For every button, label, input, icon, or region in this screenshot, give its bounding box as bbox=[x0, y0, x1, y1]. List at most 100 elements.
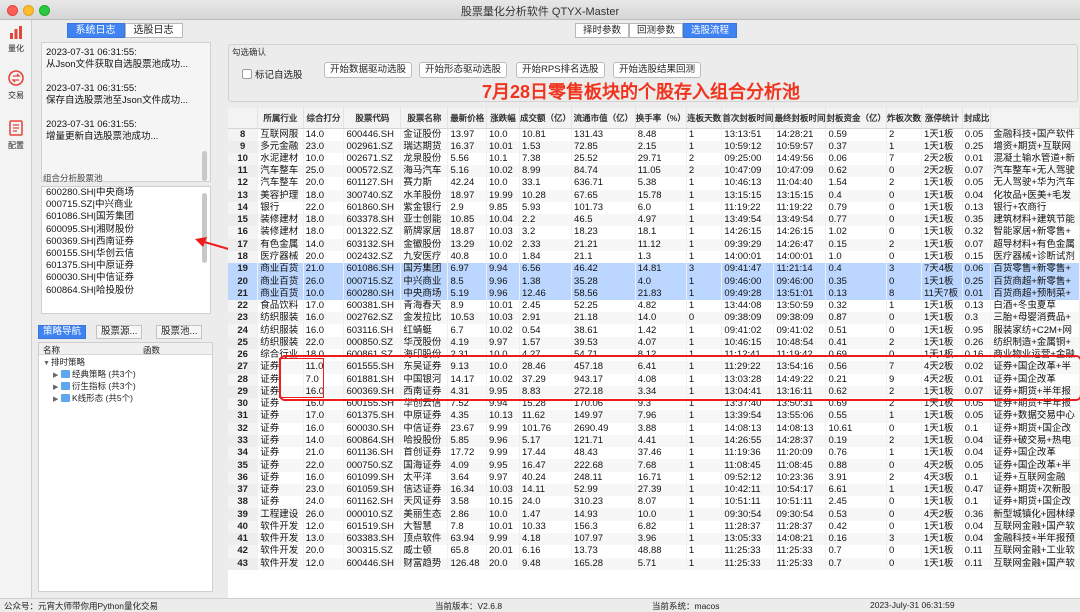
table-row[interactable]: 17 有色金属 14.0 603132.SH 金徽股份 13.29 10.02 2.33 21.… bbox=[228, 238, 1080, 251]
table-cell: 13:16:11 bbox=[773, 385, 827, 399]
pool-item[interactable]: 600095.SH|湘财股份 bbox=[42, 224, 210, 236]
table-row[interactable]: 32 证券 16.0 600030.SH 中信证券 23.67 9.99 101.76 2690… bbox=[228, 422, 1080, 435]
system-log-panel[interactable]: 2023-07-31 06:31:55: 从Json文件获取自选股票池成功...… bbox=[41, 42, 211, 182]
column-header[interactable]: 最新价格 bbox=[447, 108, 487, 129]
column-header[interactable]: 封板资金（亿） bbox=[825, 108, 887, 129]
tree-node[interactable]: ▶ 经典策略 (共3个) bbox=[53, 369, 136, 380]
pattern-driven-select-button[interactable]: 开始形态驱动选股 bbox=[419, 62, 508, 78]
expand-right-icon[interactable]: ▶ bbox=[53, 394, 61, 405]
log-scrollbar[interactable] bbox=[202, 151, 207, 181]
table-row[interactable]: 34 证券 21.0 601136.SH 首创证券 17.72 9.99 17.44 48.43… bbox=[228, 447, 1080, 460]
table-row[interactable]: 37 证券 23.0 601059.SH 信达证券 16.34 10.03 14.11 52.9… bbox=[228, 483, 1080, 497]
mark-favorite-checkbox[interactable]: 标记自选股 bbox=[242, 67, 303, 81]
table-row[interactable]: 24 纺织服装 16.0 603116.SH 红蜻蜓 6.7 10.02 0.54 38.61 1… bbox=[228, 324, 1080, 337]
tab-system-log[interactable]: 系统日志 bbox=[66, 23, 125, 38]
tab-stock-source[interactable]: 股票源... bbox=[96, 325, 143, 339]
table-row[interactable]: 8 互联网服 14.0 600446.SH 金证股份 13.97 10.0 10.81 131.… bbox=[228, 128, 1080, 141]
table-row[interactable]: 38 证券 24.0 601162.SH 天风证券 3.58 10.15 24.0 310.23… bbox=[228, 496, 1080, 509]
table-row[interactable]: 31 证券 17.0 601375.SH 中原证券 4.35 10.13 11.62 149.9… bbox=[228, 410, 1080, 423]
table-cell: 13:51:01 bbox=[773, 287, 827, 300]
table-row[interactable]: 11 汽车整车 25.0 000572.SZ 海马汽车 5.16 10.02 8.99 84.7… bbox=[228, 165, 1080, 178]
table-row[interactable]: 13 美容护理 18.0 300740.SZ 水羊股份 18.97 19.99 10.28 67… bbox=[228, 189, 1080, 202]
pool-item[interactable]: 600155.SH|华创云信 bbox=[42, 248, 210, 260]
column-header[interactable]: 炸板次数 bbox=[886, 108, 922, 129]
table-cell: 9.99 bbox=[486, 533, 521, 546]
table-cell: 1.42 bbox=[635, 324, 687, 337]
table-row[interactable]: 26 综合行业 18.0 600861.SZ 海印股份 2.31 10.0 4.27 54.71… bbox=[228, 349, 1080, 362]
column-header[interactable]: 股票代码 bbox=[343, 108, 402, 129]
column-header[interactable]: 首次封板时间 bbox=[721, 108, 775, 129]
table-row[interactable]: 12 汽车整车 20.0 601127.SH 赛力斯 42.24 10.0 33.1 636.7… bbox=[228, 177, 1080, 190]
table-row[interactable]: 20 商业百货 26.0 000715.SZ 中兴商业 8.5 9.96 1.38 35.28 4… bbox=[228, 275, 1080, 288]
table-row[interactable]: 14 银行 22.0 601860.SH 紫金银行 2.9 9.85 5.93 101.73 6.… bbox=[228, 201, 1080, 215]
table-cell: 多元金融 bbox=[257, 140, 304, 153]
column-header[interactable]: 股票名称 bbox=[400, 108, 449, 129]
table-row[interactable]: 42 软件开发 20.0 300315.SZ 威士顿 65.8 20.01 6.16 13.73… bbox=[228, 545, 1080, 558]
quant-nav-button[interactable]: 量化 bbox=[0, 26, 32, 54]
results-table-container[interactable]: 所属行业 综合打分 股票代码 股票名称 最新价格 涨跌幅 成交额（亿） 流通市值（亿） 换手率（… bbox=[228, 108, 1080, 598]
table-cell: 4.18 bbox=[519, 533, 573, 546]
expand-right-icon[interactable]: ▶ bbox=[53, 382, 61, 393]
tab-selection-log[interactable]: 选股日志 bbox=[124, 23, 183, 38]
table-row[interactable]: 25 纺织服装 22.0 000850.SZ 华茂股份 4.19 9.97 1.57 39.53… bbox=[228, 336, 1080, 350]
column-header[interactable] bbox=[228, 108, 259, 129]
rps-rank-select-button[interactable]: 开始RPS排名选股 bbox=[516, 62, 605, 78]
table-row[interactable]: 9 多元金融 23.0 002961.SZ 瑞达期货 16.37 10.01 1.53 72.8… bbox=[228, 140, 1080, 153]
table-row[interactable]: 36 证券 16.0 601099.SH 太平洋 3.64 9.97 40.24 248.11 1… bbox=[228, 471, 1080, 484]
pool-item[interactable]: 600280.SH|中央商场 bbox=[42, 187, 210, 199]
pool-item[interactable]: 600864.SH|哈投股份 bbox=[42, 285, 210, 297]
tab-backtest-params[interactable]: 回测参数 bbox=[629, 23, 684, 38]
table-row[interactable]: 15 装修建材 18.0 603378.SH 亚士创能 10.85 10.04 2.2 46.5… bbox=[228, 214, 1080, 227]
pool-item[interactable]: 600030.SH|中信证券 bbox=[42, 272, 210, 284]
column-header[interactable]: 成交额（亿） bbox=[519, 108, 573, 129]
table-row[interactable]: 27 证券 11.0 601555.SH 东吴证券 9.13 10.0 28.46 457.18… bbox=[228, 361, 1080, 374]
column-header[interactable]: 换手率（%） bbox=[635, 108, 687, 129]
table-row[interactable]: 41 软件开发 13.0 603383.SH 顶点软件 63.94 9.99 4.18 107.… bbox=[228, 533, 1080, 546]
table-row[interactable]: 40 软件开发 12.0 601519.SH 大智慧 7.8 10.01 10.33 156.3… bbox=[228, 520, 1080, 533]
column-header[interactable]: 连板天数 bbox=[686, 108, 723, 129]
tree-node[interactable]: ▶ K线形态 (共5个) bbox=[53, 393, 133, 404]
backtest-result-button[interactable]: 开始选股结果回测 bbox=[613, 62, 702, 78]
column-header[interactable]: 涨跌幅 bbox=[486, 108, 521, 129]
table-row[interactable]: 19 商业百货 21.0 601086.SH 国芳集团 6.97 9.94 6.56 46.42… bbox=[228, 263, 1080, 276]
table-row[interactable]: 21 商业百货 10.0 600280.SH 中央商场 5.19 9.96 12.46 58.5… bbox=[228, 287, 1080, 300]
table-row[interactable]: 43 软件开发 12.0 600446.SH 财富趋势 126.48 20.0 9.48 165… bbox=[228, 557, 1080, 570]
table-row[interactable]: 16 装修建材 18.0 001322.SZ 箭牌家居 18.87 10.03 3.2 18.2… bbox=[228, 226, 1080, 239]
table-row[interactable]: 29 证券 16.0 600369.SH 西南证券 4.31 9.95 8.83 272.18 3… bbox=[228, 385, 1080, 399]
trade-nav-button[interactable]: 交易 bbox=[0, 70, 32, 101]
pool-item[interactable]: 601086.SH|国芳集团 bbox=[42, 211, 210, 223]
tab-timing-params[interactable]: 择时参数 bbox=[575, 23, 630, 38]
analysis-pool-list[interactable]: 600280.SH|中央商场 000715.SZ|中兴商业 601086.SH|国芳… bbox=[41, 186, 211, 314]
table-row[interactable]: 35 证券 22.0 000750.SZ 国海证券 4.09 9.95 16.47 222.68… bbox=[228, 459, 1080, 472]
table-row[interactable]: 22 食品饮料 17.0 600381.SH 青海春天 8.9 10.01 2.45 52.25… bbox=[228, 299, 1080, 313]
column-header[interactable]: 综合打分 bbox=[303, 108, 345, 129]
column-header[interactable] bbox=[990, 108, 1080, 129]
table-row[interactable]: 23 纺织服装 16.0 002762.SZ 金发拉比 10.53 10.03 2.91 21.… bbox=[228, 312, 1080, 325]
tree-root[interactable]: ▼排时策略 bbox=[43, 357, 85, 368]
expand-right-icon[interactable]: ▶ bbox=[53, 370, 61, 381]
pool-item[interactable]: 000715.SZ|中兴商业 bbox=[42, 199, 210, 211]
table-row[interactable]: 30 证券 16.0 600155.SH 华创云信 7.52 9.94 15.28 170.06… bbox=[228, 398, 1080, 411]
tab-strategy-nav[interactable]: 策略导航 bbox=[38, 325, 87, 339]
column-header[interactable]: 流通市值（亿） bbox=[571, 108, 636, 129]
table-row[interactable]: 33 证券 14.0 600864.SH 哈投股份 5.85 9.96 5.17 121.71 4… bbox=[228, 434, 1080, 448]
table-cell: 0.1 bbox=[962, 471, 992, 484]
column-header[interactable]: 封成比 bbox=[962, 108, 992, 129]
expand-down-icon[interactable]: ▼ bbox=[43, 358, 51, 369]
pool-item[interactable]: 601375.SH|中原证券 bbox=[42, 260, 210, 272]
column-header[interactable]: 涨停统计 bbox=[921, 108, 963, 129]
checkbox-box[interactable] bbox=[242, 69, 252, 79]
table-row[interactable]: 39 工程建设 26.0 000010.SZ 美丽生态 2.86 10.0 1.47 14.93… bbox=[228, 508, 1080, 521]
column-header[interactable]: 最终封板时间 bbox=[773, 108, 827, 129]
config-nav-button[interactable]: 配置 bbox=[0, 120, 32, 151]
table-row[interactable]: 18 医疗器械 20.0 002432.SZ 九安医疗 40.8 10.0 1.84 21.1 1… bbox=[228, 250, 1080, 264]
tab-selection-flow[interactable]: 选股流程 bbox=[683, 23, 738, 38]
tree-node[interactable]: ▶ 衍生指标 (共3个) bbox=[53, 381, 136, 392]
table-row[interactable]: 10 水泥建材 10.0 002671.SZ 龙泉股份 5.56 10.1 7.38 25.52… bbox=[228, 152, 1080, 166]
table-row[interactable]: 28 证券 7.0 601881.SH 中国银河 14.17 10.02 37.29 943.1… bbox=[228, 373, 1080, 386]
data-driven-select-button[interactable]: 开始数据驱动选股 bbox=[324, 62, 413, 78]
pool-item[interactable]: 600369.SH|西南证券 bbox=[42, 236, 210, 248]
column-header[interactable]: 所属行业 bbox=[257, 108, 304, 129]
table-cell: 1天1板 bbox=[921, 447, 963, 460]
tab-stock-pool[interactable]: 股票池... bbox=[156, 325, 203, 339]
